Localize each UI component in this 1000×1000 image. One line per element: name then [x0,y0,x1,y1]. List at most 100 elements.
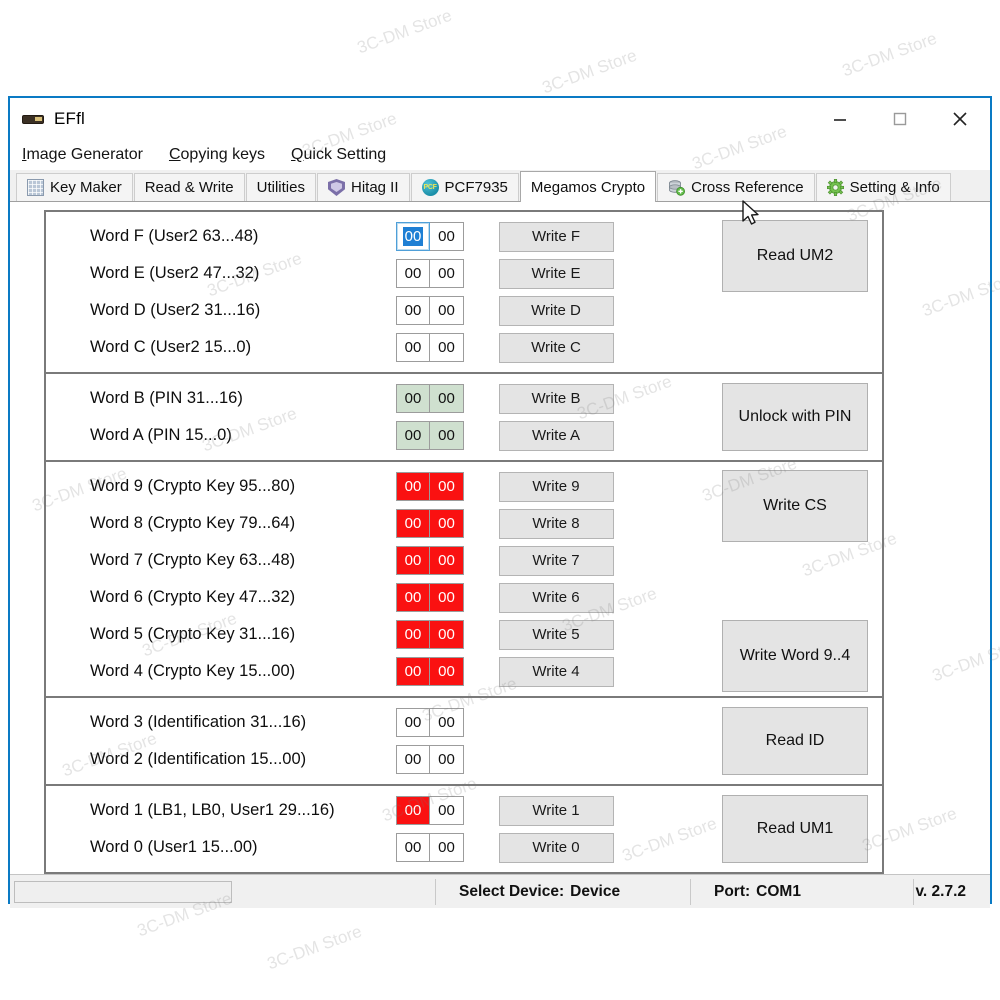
write-button-d[interactable]: Write D [498,295,614,326]
write-button-c[interactable]: Write C [498,332,614,363]
hex-input-high[interactable]: 00 [396,384,430,413]
application-window: EFfl Image Generator Copying keys Quick Se… [8,96,992,908]
tab-read-write[interactable]: Read & Write [133,173,245,201]
tab-label: Read & Write [144,179,234,196]
tab-key-maker[interactable]: Key Maker [16,173,133,201]
hex-input-low[interactable]: 00 [430,583,464,612]
hex-input-low[interactable]: 00 [430,745,464,774]
write-button-1[interactable]: Write 1 [498,795,614,826]
word-row: Word 6 (Crypto Key 47...32) 00 00 Write 6 [46,579,882,616]
hex-input-low[interactable]: 00 [430,384,464,413]
hex-input-high[interactable]: 00 [396,796,430,825]
write-button-b[interactable]: Write B [498,383,614,414]
action-button-read-id[interactable]: Read ID [722,707,868,775]
tab-cross-reference[interactable]: Cross Reference [657,173,815,201]
hex-field-pair: 00 00 [396,296,466,325]
write-button-4[interactable]: Write 4 [498,656,614,687]
write-button-e[interactable]: Write E [498,258,614,289]
hex-input-high[interactable]: 00 [396,296,430,325]
calculator-icon [27,179,44,196]
tab-utilities[interactable]: Utilities [245,173,316,201]
hex-field-pair: 00 00 [396,745,466,774]
hex-input-low[interactable]: 00 [430,472,464,501]
word-row-label: Word 8 (Crypto Key 79...64) [90,514,296,532]
write-button-9[interactable]: Write 9 [498,471,614,502]
word-row: Word C (User2 15...0) 00 00 Write C [46,329,882,366]
hex-input-high[interactable]: 00 [396,745,430,774]
write-button-f[interactable]: Write F [498,221,614,252]
menu-item-copying-keys[interactable]: Copying keys [169,146,265,164]
hex-input-low[interactable]: 00 [430,509,464,538]
hex-input-low[interactable]: 00 [430,546,464,575]
hex-input-low[interactable]: 00 [430,421,464,450]
tab-label: Utilities [256,179,305,196]
hex-input-low[interactable]: 00 [430,708,464,737]
hex-input-high[interactable]: 00 [396,546,430,575]
hex-input-low[interactable]: 00 [430,259,464,288]
write-button-cell: Write 6 [466,582,646,613]
hex-input-high[interactable]: 00 [396,620,430,649]
write-button-cell: Write D [466,295,646,326]
hex-input-high[interactable]: 00 [396,833,430,862]
hex-field-pair: 00 00 [396,657,466,686]
hex-input-high[interactable]: 00 [396,583,430,612]
word-row: Word D (User2 31...16) 00 00 Write D [46,292,882,329]
hex-input-high[interactable]: 00 [396,421,430,450]
hex-input-low[interactable]: 00 [430,333,464,362]
word-row-label: Word E (User2 47...32) [90,264,260,282]
tab-hitag-ii[interactable]: Hitag II [316,173,410,201]
hex-input-high[interactable]: 00 [396,472,430,501]
window-title: EFfl [54,109,86,128]
maximize-icon[interactable] [870,98,930,140]
write-button-a[interactable]: Write A [498,420,614,451]
selected-text: 00 [402,227,424,246]
word-group-pin: Word B (PIN 31...16) 00 00 Write B Word A (P… [46,374,882,462]
hex-input-high[interactable]: 00 [396,509,430,538]
hex-input-low[interactable]: 00 [430,833,464,862]
tab-label: PCF7935 [444,179,508,196]
action-button-read-um1[interactable]: Read UM1 [722,795,868,863]
write-button-8[interactable]: Write 8 [498,508,614,539]
watermark-text: 3C-DM Store [539,45,640,98]
hex-input-high[interactable]: 00 [396,333,430,362]
status-port-value: COM1 [756,882,801,900]
word-row-label: Word 5 (Crypto Key 31...16) [90,625,296,643]
write-button-5[interactable]: Write 5 [498,619,614,650]
word-row-label: Word F (User2 63...48) [90,227,259,245]
write-button-7[interactable]: Write 7 [498,545,614,576]
action-button-read-um2[interactable]: Read UM2 [722,220,868,292]
write-button-cell: Write 5 [466,619,646,650]
word-group-identification: Word 3 (Identification 31...16) 00 00 Word … [46,698,882,786]
action-button-unlock-with-pin[interactable]: Unlock with PIN [722,383,868,451]
watermark-text: 3C-DM Store [354,5,455,58]
close-icon[interactable] [930,98,990,140]
tab-megamos-crypto[interactable]: Megamos Crypto [519,171,657,202]
status-port-label: Port: [714,882,751,900]
status-divider-1 [435,879,436,905]
hex-input-high[interactable]: 00 [396,708,430,737]
title-bar: EFfl [10,98,990,140]
hex-field-pair: 00 00 [396,384,466,413]
hex-input-low[interactable]: 00 [430,620,464,649]
hex-input-low[interactable]: 00 [430,222,464,251]
write-button-cell: Write E [466,258,646,289]
memory-words-panel: Word F (User2 63...48) 00 00 Write F Word E … [44,210,884,874]
hex-input-high[interactable]: 00 [396,259,430,288]
hex-input-low[interactable]: 00 [430,657,464,686]
write-button-0[interactable]: Write 0 [498,832,614,863]
hex-input-low[interactable]: 00 [430,796,464,825]
hex-input-high[interactable]: 00 [396,222,430,251]
action-button-write-word-9-4[interactable]: Write Word 9..4 [722,620,868,692]
menu-item-quick-setting[interactable]: Quick Setting [291,146,386,164]
tab-setting-info[interactable]: Setting & Info [815,173,951,201]
minimize-icon[interactable] [810,98,870,140]
menu-item-image-generator[interactable]: Image Generator [22,146,143,164]
hex-input-high[interactable]: 00 [396,657,430,686]
write-button-cell: Write 4 [466,656,646,687]
word-row-label: Word A (PIN 15...0) [90,426,232,444]
write-button-6[interactable]: Write 6 [498,582,614,613]
hex-input-low[interactable]: 00 [430,296,464,325]
action-button-write-cs[interactable]: Write CS [722,470,868,542]
tab-pcf7935[interactable]: PCF PCF7935 [410,173,519,201]
status-device-value: Device [570,882,621,900]
